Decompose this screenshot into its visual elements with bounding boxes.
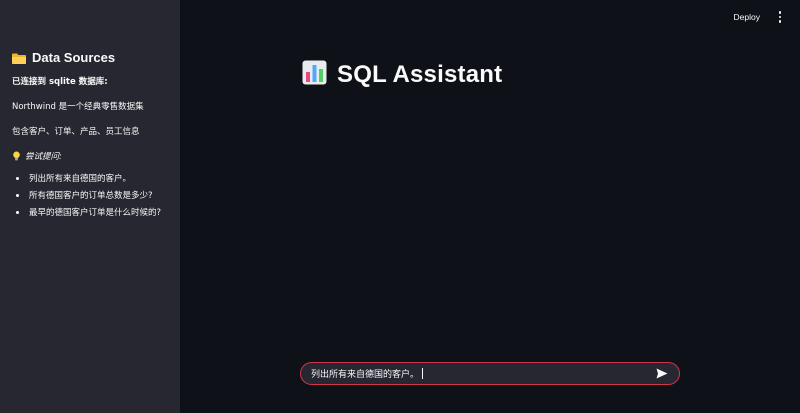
bar-chart-icon xyxy=(302,60,327,89)
database-contents: 包含客户、订单、产品、员工信息 xyxy=(12,127,140,137)
tip-label: 尝试提问: xyxy=(25,152,62,162)
sidebar-title: Data Sources xyxy=(12,50,168,65)
connection-status: 已连接到 sqlite 数据库: xyxy=(12,77,108,87)
example-questions-list: 列出所有来自德国的客户。 所有德国客户的订单总数是多少? 最早的德国客户订单是什… xyxy=(12,172,168,218)
list-item: 列出所有来自德国的客户。 xyxy=(16,172,168,184)
lightbulb-icon xyxy=(12,151,21,161)
example-question: 最早的德国客户订单是什么时候的? xyxy=(29,208,162,218)
bullet xyxy=(16,194,19,197)
page-title-text: SQL Assistant xyxy=(337,60,503,88)
bullet xyxy=(16,177,19,180)
list-item: 所有德国客户的订单总数是多少? xyxy=(16,189,168,201)
send-icon xyxy=(656,368,668,379)
send-button[interactable] xyxy=(655,367,669,381)
text-caret xyxy=(422,368,424,379)
kebab-menu-icon[interactable] xyxy=(776,11,784,23)
list-item: 最早的德国客户订单是什么时候的? xyxy=(16,206,168,218)
chat-input-value[interactable]: 列出所有来自德国的客户。 xyxy=(311,367,419,380)
folder-icon xyxy=(12,52,26,64)
example-question: 列出所有来自德国的客户。 xyxy=(29,174,132,184)
sidebar: Data Sources 已连接到 sqlite 数据库: Northwind … xyxy=(0,0,180,413)
bullet xyxy=(16,211,19,214)
sidebar-title-text: Data Sources xyxy=(32,50,116,65)
database-description: Northwind 是一个经典零售数据集 xyxy=(12,102,144,112)
example-question: 所有德国客户的订单总数是多少? xyxy=(29,191,153,201)
page-title: SQL Assistant xyxy=(302,60,502,89)
top-toolbar: Deploy xyxy=(730,0,800,34)
tip-heading: 尝试提问: xyxy=(12,150,168,162)
chat-input[interactable]: 列出所有来自德国的客户。 xyxy=(300,362,680,385)
deploy-button[interactable]: Deploy xyxy=(730,9,764,25)
